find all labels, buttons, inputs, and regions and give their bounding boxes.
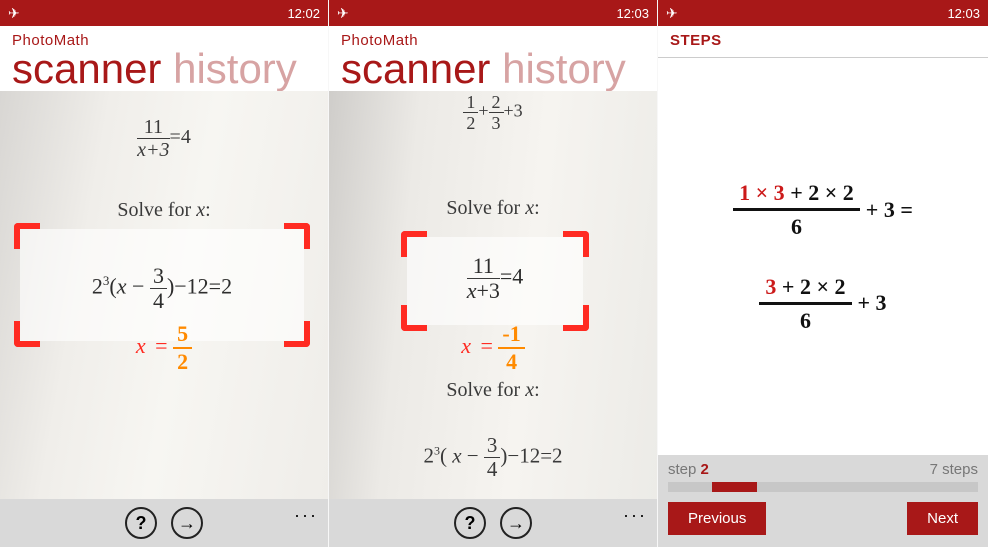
arrow-right-icon: → xyxy=(178,513,196,534)
step-progress-segment xyxy=(712,482,756,492)
tab-history[interactable]: history xyxy=(502,45,626,92)
status-time: 12:03 xyxy=(616,6,649,21)
step-expression-before: 1 × 3 + 2 × 2 6 + 3 = xyxy=(733,180,913,240)
steps-footer: step 2 7 steps Previous Next xyxy=(658,455,988,547)
previous-button[interactable]: Previous xyxy=(668,502,766,535)
steps-body: 1 × 3 + 2 × 2 6 + 3 = 3 + 2 × 2 6 + 3 xyxy=(658,58,988,455)
tab-history[interactable]: history xyxy=(173,45,297,92)
solution-result[interactable]: x = -14 xyxy=(329,323,657,373)
airplane-mode-icon: ✈ xyxy=(666,5,678,22)
status-bar: ✈ 12:03 xyxy=(329,0,657,26)
camera-viewport[interactable]: 11x+3=4 Solve for x: 23(x − 34)−12=2 x =… xyxy=(0,91,328,499)
detected-equation: 11x+3=4 xyxy=(401,255,589,302)
ellipsis-icon: ··· xyxy=(294,505,318,525)
phone-screen-scanner-1: ✈ 12:02 PhotoMath scanner history 11x+3=… xyxy=(0,0,329,547)
detected-equation: 23(x − 34)−12=2 xyxy=(14,265,310,312)
paper-solve-for-label: Solve for x: xyxy=(329,197,657,220)
solution-result[interactable]: x = 52 xyxy=(0,323,328,373)
app-header: PhotoMath scanner history xyxy=(329,26,657,91)
tab-scanner[interactable]: scanner xyxy=(12,45,161,92)
status-bar: ✈ 12:02 xyxy=(0,0,328,26)
step-progress-bar[interactable] xyxy=(668,482,978,492)
arrow-right-icon: → xyxy=(507,513,525,534)
app-header: PhotoMath scanner history xyxy=(0,26,328,91)
forward-button[interactable]: → xyxy=(171,507,203,539)
help-button[interactable]: ? xyxy=(125,507,157,539)
airplane-mode-icon: ✈ xyxy=(8,5,20,22)
help-button[interactable]: ? xyxy=(454,507,486,539)
question-icon: ? xyxy=(136,513,147,534)
paper-equation-bottom: 23( x − 34)−12=2 xyxy=(329,435,657,480)
next-button[interactable]: Next xyxy=(907,502,978,535)
ellipsis-icon: ··· xyxy=(623,505,647,525)
page-title: STEPS xyxy=(670,32,976,49)
step-expression-after: 3 + 2 × 2 6 + 3 xyxy=(759,274,886,334)
airplane-mode-icon: ✈ xyxy=(337,5,349,22)
app-bar: ? → ··· xyxy=(0,499,328,547)
more-button[interactable]: ··· xyxy=(294,505,318,526)
pivot-tabs: scanner history xyxy=(341,47,645,91)
step-counter: step 2 7 steps xyxy=(668,461,978,478)
camera-viewport[interactable]: 12+23+3 Solve for x: 11x+3=4 x = -14 Sol… xyxy=(329,91,657,499)
status-time: 12:03 xyxy=(947,6,980,21)
phone-screen-scanner-2: ✈ 12:03 PhotoMath scanner history 12+23+… xyxy=(329,0,658,547)
app-bar: ? → ··· xyxy=(329,499,657,547)
pivot-tabs: scanner history xyxy=(12,47,316,91)
question-icon: ? xyxy=(465,513,476,534)
phone-screen-steps: ✈ 12:03 STEPS 1 × 3 + 2 × 2 6 + 3 = 3 + … xyxy=(658,0,988,547)
more-button[interactable]: ··· xyxy=(623,505,647,526)
tab-scanner[interactable]: scanner xyxy=(341,45,490,92)
status-bar: ✈ 12:03 xyxy=(658,0,988,26)
paper-equation-top: 11x+3=4 xyxy=(0,117,328,160)
status-time: 12:02 xyxy=(287,6,320,21)
paper-solve-for-label: Solve for x: xyxy=(0,199,328,222)
paper-equation-top: 12+23+3 xyxy=(329,93,657,132)
paper-solve-for-label-2: Solve for x: xyxy=(329,379,657,402)
steps-header: STEPS xyxy=(658,26,988,58)
scan-frame[interactable]: 11x+3=4 xyxy=(401,231,589,331)
forward-button[interactable]: → xyxy=(500,507,532,539)
